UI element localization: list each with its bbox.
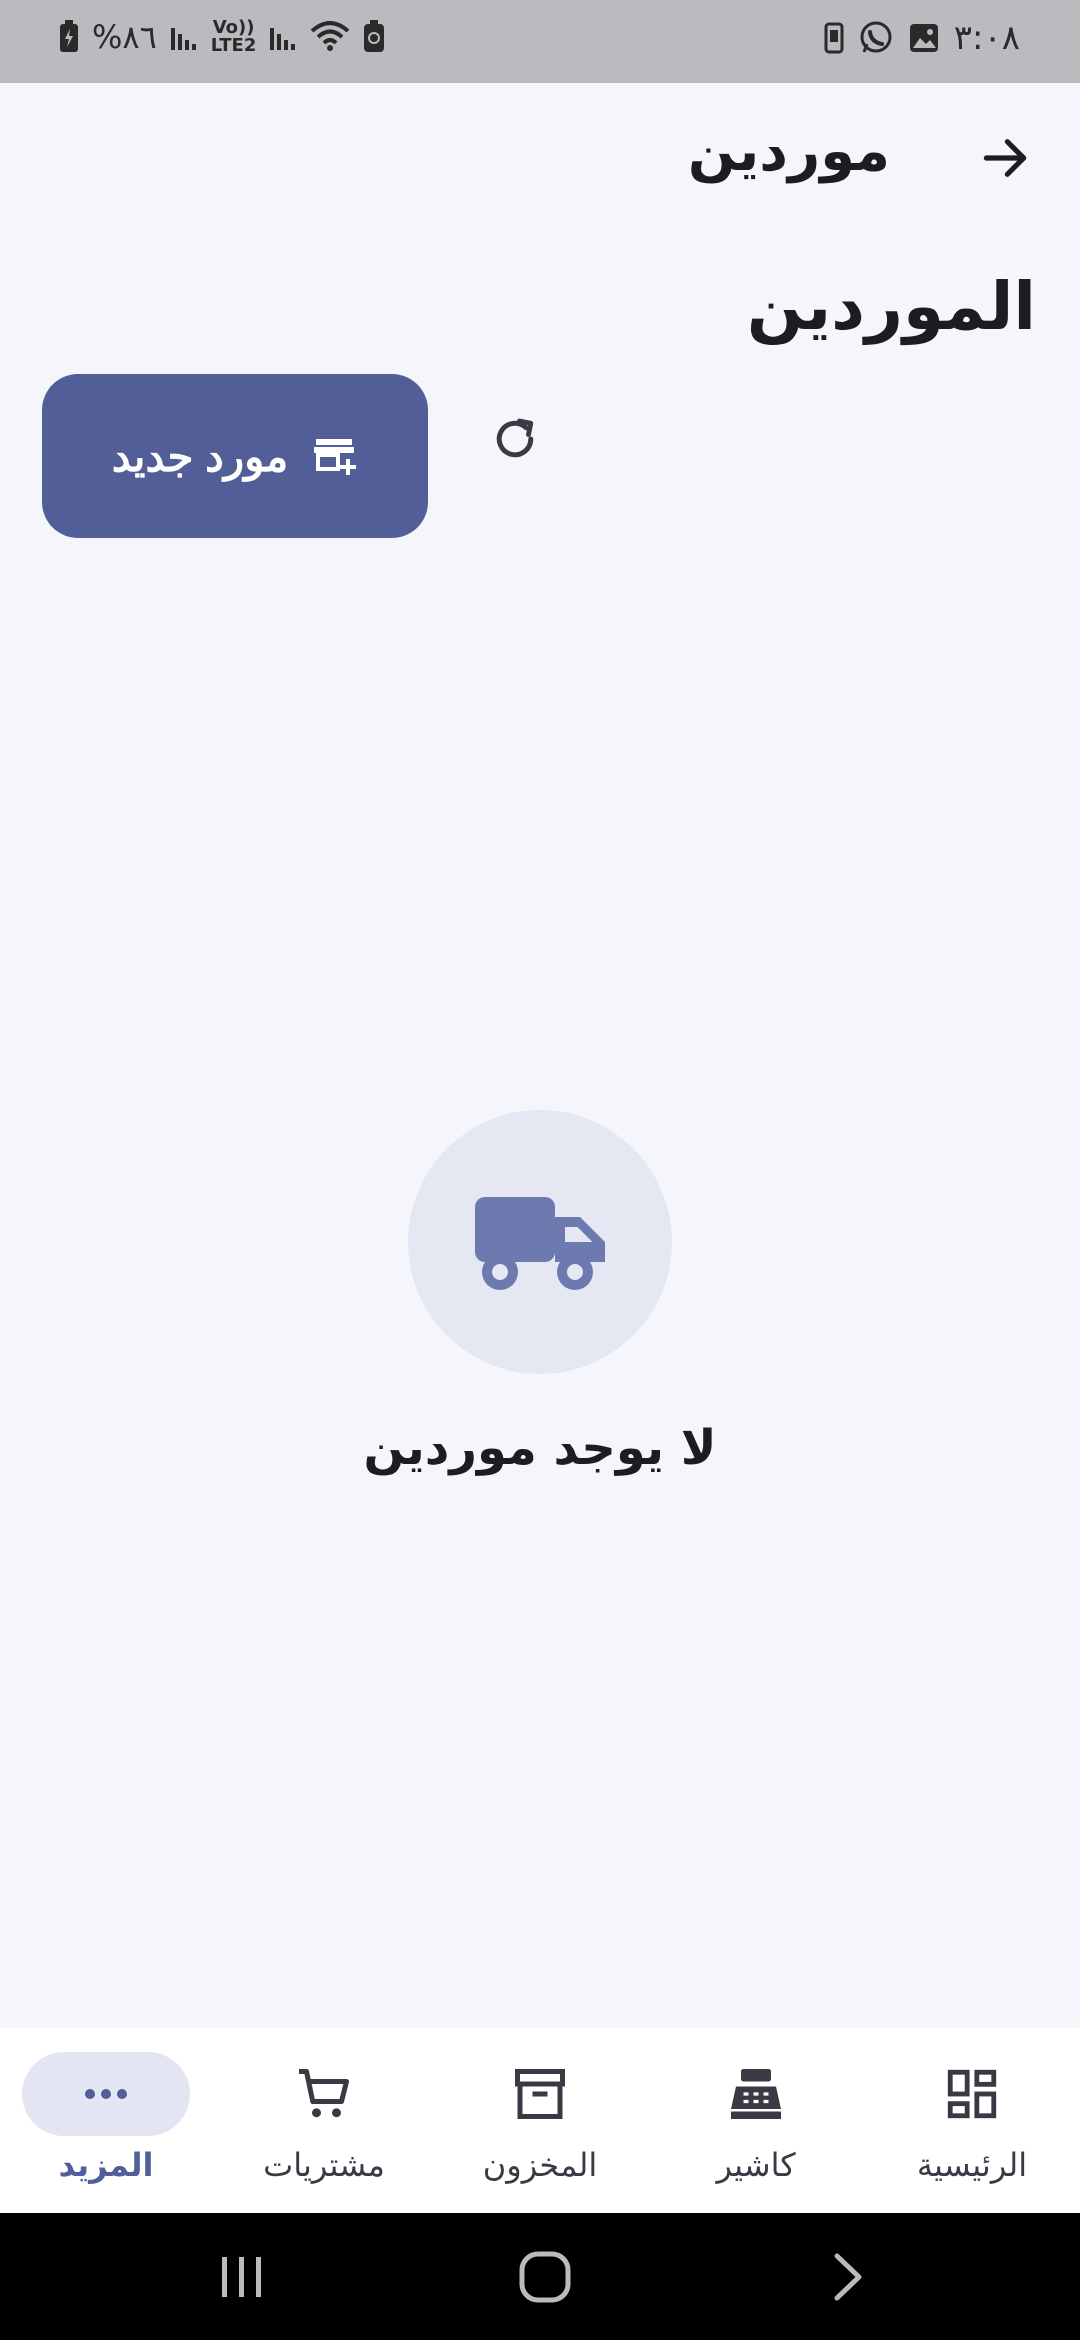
- refresh-button[interactable]: [480, 404, 550, 474]
- nav-item-purchases[interactable]: مشتريات: [240, 2028, 408, 2213]
- section-title: الموردين: [746, 268, 1036, 345]
- nav-home-icon-wrap: [888, 2052, 1056, 2136]
- network-type: Vo)) LTE2: [211, 19, 257, 55]
- network-lte: LTE2: [210, 35, 257, 56]
- back-button[interactable]: [970, 123, 1040, 193]
- wifi-icon: [310, 21, 350, 53]
- store-add-icon: [310, 431, 358, 482]
- nav-more-pill: [22, 2052, 190, 2136]
- signal-icon: [169, 22, 199, 52]
- nav-label-more: المزيد: [58, 2146, 154, 2184]
- archive-icon: [515, 2069, 565, 2119]
- nav-item-inventory[interactable]: المخزون: [456, 2028, 624, 2213]
- home-button[interactable]: [485, 2213, 605, 2340]
- new-supplier-button[interactable]: مورد جديد: [42, 374, 428, 538]
- nav-cashier-icon-wrap: [672, 2052, 840, 2136]
- recent-apps-button[interactable]: [182, 2213, 302, 2340]
- phone-notification-icon: [824, 22, 844, 54]
- more-icon: [85, 2089, 127, 2099]
- system-navigation-bar: [0, 2213, 1080, 2340]
- nav-item-home[interactable]: الرئيسية: [888, 2028, 1056, 2213]
- cash-register-icon: [731, 2069, 781, 2119]
- dashboard-icon: [947, 2069, 997, 2119]
- nav-purchases-icon-wrap: [240, 2052, 408, 2136]
- nav-label-purchases: مشتريات: [263, 2146, 385, 2184]
- clock: ٣:٠٨: [953, 18, 1020, 58]
- app-bar: موردين: [0, 83, 1080, 233]
- truck-icon: [475, 1197, 605, 1290]
- empty-state-text: لا يوجد موردين: [363, 1420, 717, 1476]
- data-saver-icon: [362, 20, 386, 54]
- arrow-forward-icon: [983, 139, 1027, 177]
- status-bar: %٨٦ Vo)) LTE2 ٣:٠٨: [0, 0, 1080, 83]
- recent-apps-icon: [222, 2256, 261, 2297]
- empty-state-illustration: [408, 1110, 672, 1374]
- battery-percent: %٨٦: [92, 18, 157, 56]
- battery-charging-icon: [58, 20, 80, 54]
- nav-label-cashier: كاشير: [716, 2146, 796, 2184]
- home-circle-icon: [519, 2251, 571, 2302]
- status-left: %٨٦ Vo)) LTE2: [58, 18, 386, 56]
- nav-item-more[interactable]: المزيد: [22, 2028, 190, 2213]
- whatsapp-icon: [858, 20, 894, 56]
- cart-icon: [299, 2069, 349, 2118]
- nav-label-inventory: المخزون: [482, 2146, 598, 2184]
- back-system-button[interactable]: [788, 2213, 908, 2340]
- status-right: ٣:٠٨: [824, 18, 1020, 58]
- signal-2-icon: [268, 22, 298, 52]
- nav-inventory-icon-wrap: [456, 2052, 624, 2136]
- chevron-right-icon: [834, 2253, 862, 2300]
- nav-label-home: الرئيسية: [916, 2146, 1028, 2184]
- app-title: موردين: [687, 119, 890, 184]
- refresh-icon: [496, 418, 534, 458]
- nav-item-cashier[interactable]: كاشير: [672, 2028, 840, 2213]
- bottom-navigation: المزيد مشتريات المخزون كاشير الرئيسية: [0, 2028, 1080, 2213]
- new-supplier-label: مورد جديد: [111, 432, 289, 480]
- gallery-icon: [908, 22, 940, 54]
